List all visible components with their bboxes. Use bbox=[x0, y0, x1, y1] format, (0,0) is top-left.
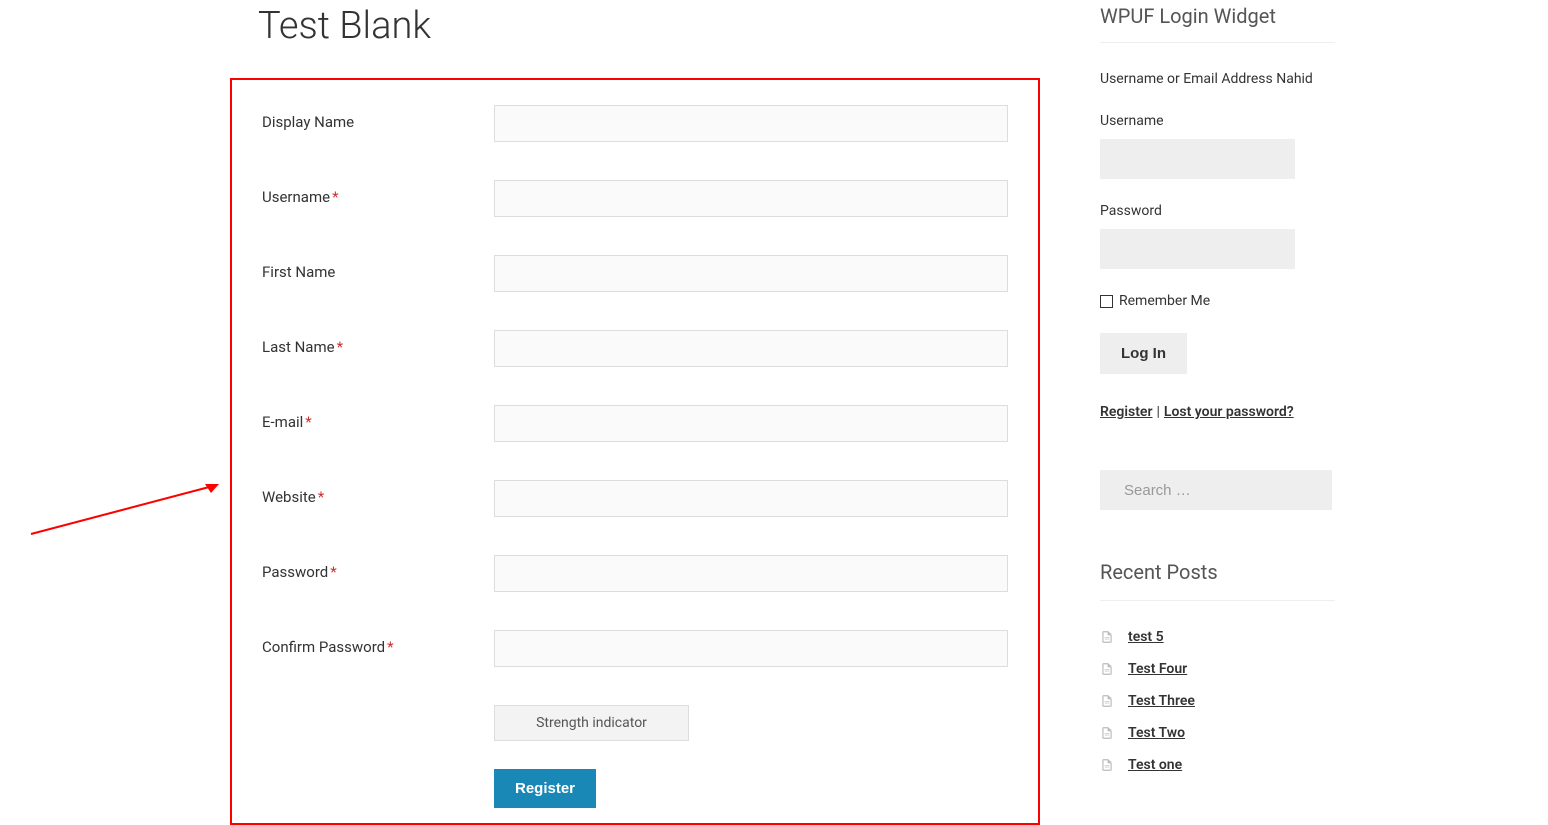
display-name-label: Display Name bbox=[262, 105, 494, 131]
divider bbox=[1100, 600, 1335, 601]
document-icon bbox=[1100, 693, 1114, 709]
document-icon bbox=[1100, 629, 1114, 645]
password-label: Password* bbox=[262, 555, 494, 581]
email-label: E-mail* bbox=[262, 405, 494, 431]
username-input[interactable] bbox=[494, 180, 1008, 217]
sidebar-password-label: Password bbox=[1100, 203, 1335, 219]
login-prompt: Username or Email Address Nahid bbox=[1100, 71, 1335, 87]
document-icon bbox=[1100, 725, 1114, 741]
recent-posts-list: test 5 Test Four Test Three Test Two Tes… bbox=[1100, 629, 1335, 773]
login-links: Register|Lost your password? bbox=[1100, 404, 1335, 420]
search-box[interactable] bbox=[1100, 470, 1332, 510]
list-item: test 5 bbox=[1100, 629, 1335, 645]
recent-post-link[interactable]: Test Three bbox=[1128, 693, 1195, 709]
remember-me-checkbox[interactable] bbox=[1100, 295, 1113, 308]
first-name-label: First Name bbox=[262, 255, 494, 281]
list-item: Test Two bbox=[1100, 725, 1335, 741]
login-button[interactable]: Log In bbox=[1100, 333, 1187, 374]
display-name-input[interactable] bbox=[494, 105, 1008, 142]
lost-password-link[interactable]: Lost your password? bbox=[1164, 404, 1294, 420]
divider bbox=[1100, 42, 1335, 43]
sidebar-username-input[interactable] bbox=[1100, 139, 1295, 179]
username-label: Username* bbox=[262, 180, 494, 206]
search-input[interactable] bbox=[1124, 482, 1323, 499]
registration-form: Display Name Username* First Name Last N… bbox=[230, 78, 1040, 825]
recent-posts-title: Recent Posts bbox=[1100, 560, 1335, 584]
sidebar: WPUF Login Widget Username or Email Addr… bbox=[1100, 0, 1335, 825]
list-item: Test Three bbox=[1100, 693, 1335, 709]
list-item: Test one bbox=[1100, 757, 1335, 773]
first-name-input[interactable] bbox=[494, 255, 1008, 292]
password-input[interactable] bbox=[494, 555, 1008, 592]
password-strength-indicator: Strength indicator bbox=[494, 705, 689, 741]
email-input[interactable] bbox=[494, 405, 1008, 442]
confirm-password-input[interactable] bbox=[494, 630, 1008, 667]
last-name-label: Last Name* bbox=[262, 330, 494, 356]
register-link[interactable]: Register bbox=[1100, 404, 1153, 420]
recent-post-link[interactable]: test 5 bbox=[1128, 629, 1164, 645]
document-icon bbox=[1100, 661, 1114, 677]
document-icon bbox=[1100, 757, 1114, 773]
sidebar-username-label: Username bbox=[1100, 113, 1335, 129]
login-widget-title: WPUF Login Widget bbox=[1100, 4, 1335, 28]
website-input[interactable] bbox=[494, 480, 1008, 517]
sidebar-password-input[interactable] bbox=[1100, 229, 1295, 269]
list-item: Test Four bbox=[1100, 661, 1335, 677]
recent-post-link[interactable]: Test one bbox=[1128, 757, 1182, 773]
register-button[interactable]: Register bbox=[494, 769, 596, 808]
confirm-password-label: Confirm Password* bbox=[262, 630, 494, 656]
website-label: Website* bbox=[262, 480, 494, 506]
remember-me-label: Remember Me bbox=[1119, 293, 1210, 309]
page-title: Test Blank bbox=[230, 0, 1040, 48]
recent-post-link[interactable]: Test Two bbox=[1128, 725, 1185, 741]
last-name-input[interactable] bbox=[494, 330, 1008, 367]
recent-post-link[interactable]: Test Four bbox=[1128, 661, 1187, 677]
